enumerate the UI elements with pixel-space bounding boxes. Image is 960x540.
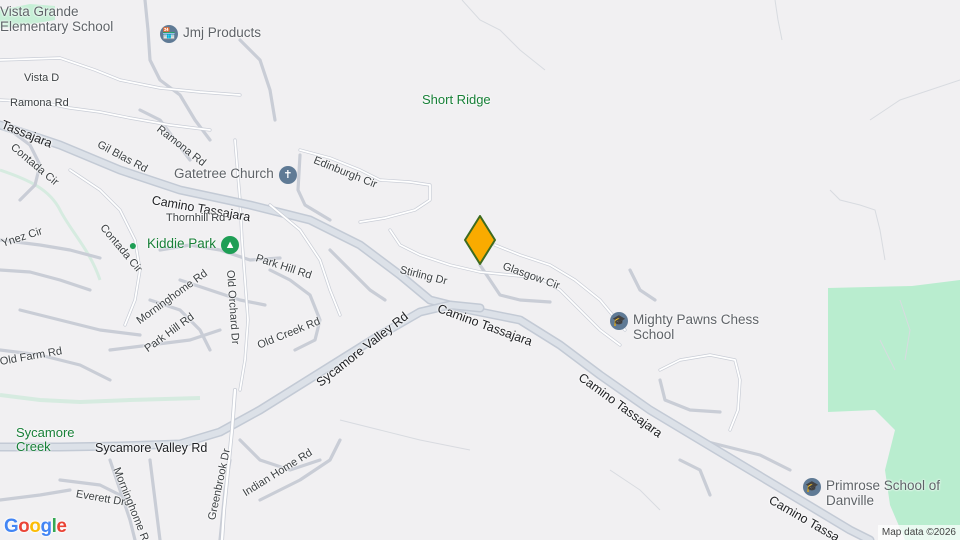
street-label: Sycamore Valley Rd — [95, 441, 208, 455]
church-icon: ✝ — [278, 166, 297, 184]
school-icon: 🎓 — [803, 478, 821, 496]
poi-label: Kiddie Park — [147, 236, 217, 251]
map-base-layer — [0, 0, 960, 540]
poi-vista-grande-school[interactable]: Vista Grande Elementary School — [0, 4, 130, 34]
poi-label: Primrose School of Danville — [826, 478, 941, 508]
poi-label: Jmj Products — [183, 25, 262, 40]
poi-primrose-school[interactable]: 🎓 Primrose School of Danville — [803, 478, 960, 508]
poi-gatetree-church[interactable]: Gatetree Church ✝ — [174, 166, 297, 184]
poi-label: Vista Grande Elementary School — [0, 4, 114, 34]
shopping-bag-icon: 🏪 — [160, 25, 178, 43]
area-label-sycamore-creek: Sycamore Creek — [16, 425, 75, 454]
poi-jmj-products[interactable]: 🏪 Jmj Products — [160, 25, 261, 43]
poi-label: Gatetree Church — [174, 166, 274, 181]
area-label-short-ridge: Short Ridge — [422, 92, 491, 107]
poi-label: Mighty Pawns Chess School — [633, 312, 760, 342]
poi-kiddie-park[interactable]: ● Kiddie Park ▲ — [124, 236, 240, 254]
tree-icon: ▲ — [221, 236, 240, 254]
street-label: Vista D — [24, 72, 60, 84]
map-canvas[interactable]: Vista Grande Elementary School 🏪 Jmj Pro… — [0, 0, 960, 540]
street-label: Ramona Rd — [10, 97, 69, 109]
map-attribution[interactable]: Map data ©2026 — [877, 525, 960, 540]
poi-mighty-pawns-chess-school[interactable]: 🎓 Mighty Pawns Chess School — [610, 312, 763, 342]
location-marker-icon[interactable] — [462, 214, 498, 266]
google-logo: Google — [4, 516, 67, 537]
school-icon: 🎓 — [610, 312, 628, 330]
street-label: Thornhill Rd — [166, 212, 226, 224]
